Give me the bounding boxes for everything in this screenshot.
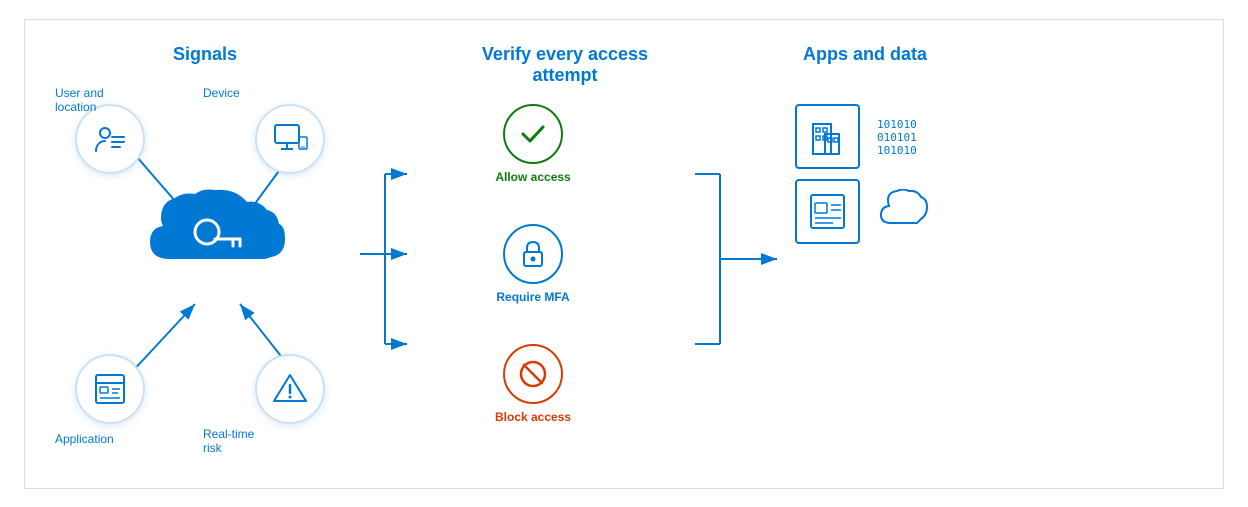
diagram-container: Signals: [24, 19, 1224, 489]
cloud-app-svg: [875, 189, 930, 234]
allow-access-item: Allow access: [495, 104, 571, 184]
flow-arrow-svg: [355, 44, 415, 464]
building-icon: [805, 114, 850, 159]
middle-arrow-section: [685, 44, 785, 464]
device-icon: [255, 104, 325, 174]
svg-text:101010: 101010: [877, 144, 917, 157]
apps-title: Apps and data: [785, 44, 945, 65]
device-label: Device: [203, 86, 240, 100]
building-icon-box: [795, 104, 860, 169]
svg-text:010101: 010101: [877, 131, 917, 144]
cloud-app-icon: [870, 179, 935, 244]
apps-grid: 101010 010101 101010: [795, 104, 935, 244]
user-location-icon: [75, 104, 145, 174]
require-mfa-circle: [503, 224, 563, 284]
apps-section: Apps and data 101010: [785, 44, 945, 464]
signals-section: Signals: [55, 44, 355, 464]
cloud-with-key: [135, 184, 295, 304]
svg-text:101010: 101010: [877, 118, 917, 131]
binary-svg: 101010 010101 101010: [875, 114, 930, 159]
document-icon-box: [795, 179, 860, 244]
document-icon: [805, 189, 850, 234]
require-mfa-item: Require MFA: [495, 224, 571, 304]
allow-access-label: Allow access: [495, 170, 570, 184]
cloud-svg: [135, 184, 295, 284]
data-binary-icon: 101010 010101 101010: [870, 104, 935, 169]
risk-icon: [255, 354, 325, 424]
block-access-circle: [503, 344, 563, 404]
verify-title: Verify every accessattempt: [445, 44, 685, 86]
flow-arrow-section: [355, 44, 415, 464]
verify-items-list: Allow access Require MFA: [495, 104, 571, 424]
require-mfa-label: Require MFA: [496, 290, 569, 304]
middle-arrow-svg: [685, 44, 785, 464]
risk-label: Real-time risk: [203, 427, 263, 455]
block-access-item: Block access: [495, 344, 571, 424]
block-access-label: Block access: [495, 410, 571, 424]
allow-access-circle: [503, 104, 563, 164]
user-location-label: User and location: [55, 86, 110, 114]
application-icon: [75, 354, 145, 424]
verify-section: Verify every accessattempt Allow access: [445, 44, 685, 464]
application-label: Application: [55, 432, 114, 446]
signals-title: Signals: [55, 44, 355, 65]
